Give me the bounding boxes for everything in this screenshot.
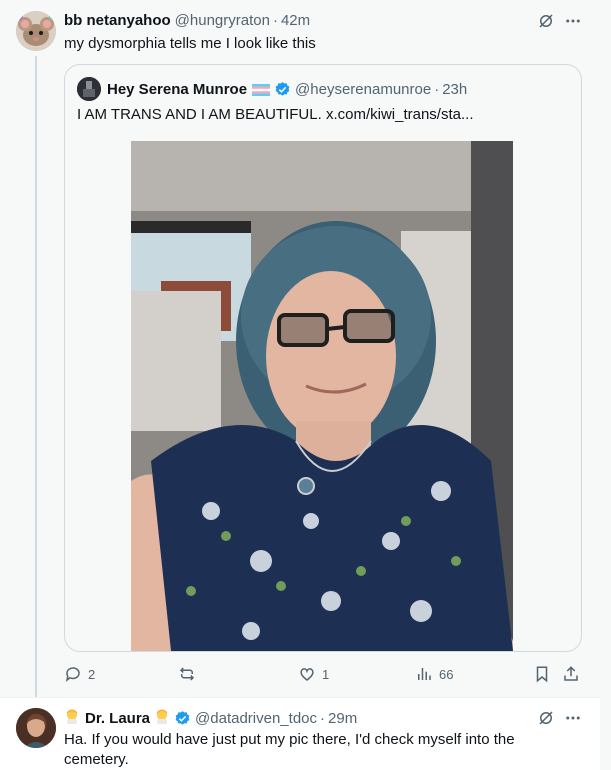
thread-line — [35, 56, 37, 697]
grok-icon[interactable] — [535, 10, 557, 32]
quoted-tweet-text: I AM TRANS AND I AM BEAUTIFUL. x.com/kiw… — [77, 106, 474, 123]
quoted-tweet-header: Hey Serena Munroe @heyserenamunroe · 23h — [77, 77, 467, 101]
reply-count: 2 — [88, 666, 96, 682]
timestamp[interactable]: 29m — [328, 710, 357, 727]
trans-flag-icon — [252, 83, 271, 96]
repost-icon — [179, 667, 195, 681]
more-icon[interactable] — [562, 10, 584, 32]
tweet-header: Dr. Laura @datadriven_tdoc · 29m — [64, 708, 357, 728]
bookmark-icon — [536, 666, 548, 683]
person-avatar-icon — [16, 708, 56, 748]
more-icon[interactable] — [562, 707, 584, 729]
quoted-timestamp[interactable]: 23h — [442, 81, 467, 98]
like-icon — [300, 668, 314, 681]
grok-icon[interactable] — [535, 707, 557, 729]
separator: · — [272, 12, 278, 29]
timestamp[interactable]: 42m — [281, 12, 310, 29]
mouse-avatar-icon — [16, 11, 56, 51]
tweet-actions: 2 1 66 — [64, 662, 584, 686]
quoted-tweet-photo[interactable] — [131, 141, 513, 651]
tweet-text: Ha. If you would have just put my pic th… — [64, 731, 515, 768]
verified-badge-icon — [274, 81, 291, 98]
like-button[interactable]: 1 — [298, 665, 329, 683]
quoted-author-name[interactable]: Hey Serena Munroe — [107, 81, 247, 98]
share-button[interactable] — [562, 665, 580, 683]
tweet-main[interactable]: bb netanyahoo @hungryraton · 42m my dysm… — [0, 0, 600, 697]
reply-button[interactable]: 2 — [64, 665, 95, 683]
separator: · — [434, 80, 440, 98]
separator: · — [320, 709, 326, 727]
avatar[interactable] — [16, 708, 56, 748]
selfie-image — [131, 141, 513, 651]
author-name[interactable]: Dr. Laura — [85, 710, 150, 727]
verified-badge-icon — [174, 710, 191, 727]
avatar[interactable] — [16, 11, 56, 51]
tweet-reply[interactable]: Dr. Laura @datadriven_tdoc · 29m Ha. If … — [0, 697, 600, 770]
author-name[interactable]: bb netanyahoo — [64, 12, 171, 29]
tweet-header: bb netanyahoo @hungryraton · 42m — [64, 12, 310, 29]
woman-emoji-icon — [64, 708, 80, 728]
tweet-text: my dysmorphia tells me I look like this — [64, 35, 316, 52]
author-handle[interactable]: @datadriven_tdoc — [195, 710, 317, 727]
like-count: 1 — [322, 666, 330, 682]
quoted-author-handle[interactable]: @heyserenamunroe — [295, 81, 431, 98]
share-icon — [564, 666, 578, 681]
building-avatar-icon — [77, 77, 101, 101]
view-count: 66 — [439, 666, 454, 682]
woman-emoji-icon — [154, 708, 170, 728]
views-button[interactable]: 66 — [415, 665, 453, 683]
quoted-avatar[interactable] — [77, 77, 101, 101]
bookmark-button[interactable] — [533, 665, 551, 683]
author-handle[interactable]: @hungryraton — [175, 12, 270, 29]
repost-button[interactable] — [178, 665, 202, 683]
views-icon — [418, 668, 431, 680]
reply-icon — [65, 667, 80, 682]
quoted-tweet[interactable]: Hey Serena Munroe @heyserenamunroe · 23h… — [64, 64, 582, 652]
